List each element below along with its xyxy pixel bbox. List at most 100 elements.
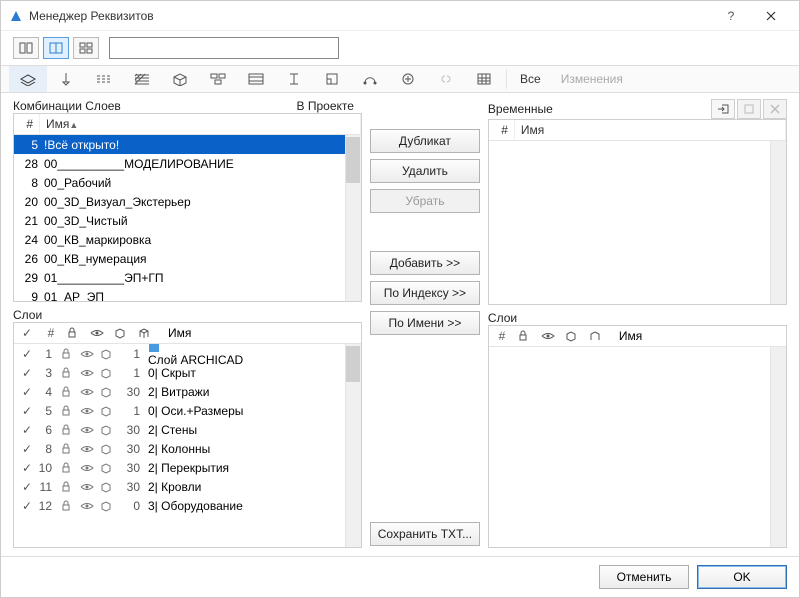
eye-icon[interactable] [80,463,98,473]
hdr-check-icon[interactable]: ✓ [18,326,36,340]
check-icon[interactable]: ✓ [18,423,36,437]
tab-zones-icon[interactable] [313,66,351,92]
col-name[interactable]: Имя [515,120,786,140]
lock-icon[interactable] [60,443,78,455]
hdr-lock-icon[interactable] [66,327,84,339]
hdr-eye-icon[interactable] [541,331,559,341]
delete-button[interactable]: Удалить [370,159,480,183]
hdr-lock-icon[interactable] [517,330,535,342]
tab-buildmat-icon[interactable] [199,66,237,92]
tab-profiles-icon[interactable] [275,66,313,92]
combi-row[interactable]: 2800__________МОДЕЛИРОВАНИЕ [14,154,361,173]
toolbar-all[interactable]: Все [510,72,551,86]
hdr-wire-icon[interactable] [138,327,156,339]
check-icon[interactable]: ✓ [18,385,36,399]
eye-icon[interactable] [80,444,98,454]
hdr-3d-icon[interactable] [114,327,132,339]
combi-row[interactable]: 2100_3D_Чистый [14,211,361,230]
combi-list[interactable]: # Имя▲ 5!Всё открыто!2800__________МОДЕЛ… [13,113,362,302]
by-index-button[interactable]: По Индексу >> [370,281,480,305]
hdr-hash[interactable]: # [42,326,60,340]
view-list-button[interactable] [13,37,39,59]
lock-icon[interactable] [60,500,78,512]
eye-icon[interactable] [80,349,98,359]
cube-icon[interactable] [100,348,118,360]
scroll-thumb[interactable] [346,346,360,382]
cube-icon[interactable] [100,462,118,474]
hdr-wire-icon[interactable] [589,330,607,342]
tab-surfaces-icon[interactable] [161,66,199,92]
combi-row[interactable]: 901_АР_ЭП [14,287,361,301]
tab-lines-icon[interactable] [85,66,123,92]
scroll-thumb[interactable] [346,137,360,183]
eye-icon[interactable] [80,406,98,416]
close-button[interactable] [751,2,791,30]
tab-fills-icon[interactable] [123,66,161,92]
help-button[interactable]: ? [711,2,751,30]
scrollbar[interactable] [345,135,361,301]
lock-icon[interactable] [60,481,78,493]
combi-row[interactable]: 2901__________ЭП+ГП [14,268,361,287]
layer-row[interactable]: ✓510| Оси.+Размеры [14,401,361,420]
layer-row[interactable]: ✓11302| Кровли [14,477,361,496]
tab-grid-icon[interactable] [465,66,503,92]
layer-row[interactable]: ✓4302| Витражи [14,382,361,401]
view-grid-button[interactable] [73,37,99,59]
search-input[interactable] [109,37,339,59]
layer-row[interactable]: ✓1203| Оборудование [14,496,361,515]
check-icon[interactable]: ✓ [18,461,36,475]
combi-row[interactable]: 2400_КВ_маркировка [14,230,361,249]
check-icon[interactable]: ✓ [18,347,36,361]
eye-icon[interactable] [80,387,98,397]
layer-row[interactable]: ✓11Слой ARCHICAD [14,344,361,363]
cancel-button[interactable]: Отменить [599,565,689,589]
view-split-button[interactable] [43,37,69,59]
tab-layers-icon[interactable] [9,66,47,92]
hdr-name[interactable]: Имя [613,329,642,343]
tab-pens-icon[interactable] [47,66,85,92]
scrollbar[interactable] [770,141,786,304]
duplicate-button[interactable]: Дубликат [370,129,480,153]
combi-row[interactable]: 800_Рабочий [14,173,361,192]
layer-row[interactable]: ✓10302| Перекрытия [14,458,361,477]
layer-row[interactable]: ✓310| Скрыт [14,363,361,382]
by-name-button[interactable]: По Имени >> [370,311,480,335]
hdr-name[interactable]: Имя [162,326,191,340]
ok-button[interactable]: OK [697,565,787,589]
eye-icon[interactable] [80,501,98,511]
scrollbar[interactable] [345,344,361,547]
lock-icon[interactable] [60,405,78,417]
lock-icon[interactable] [60,462,78,474]
save-txt-button[interactable]: Сохранить TXT... [370,522,480,546]
layers-right-list[interactable]: # Имя [488,325,787,548]
check-icon[interactable]: ✓ [18,366,36,380]
hdr-hash[interactable]: # [493,329,511,343]
cube-icon[interactable] [100,386,118,398]
lock-icon[interactable] [60,367,78,379]
combi-row[interactable]: 2000_3D_Визуал_Экстерьер [14,192,361,211]
cube-icon[interactable] [100,367,118,379]
temp-list[interactable]: # Имя [488,119,787,305]
cube-icon[interactable] [100,481,118,493]
hdr-3d-icon[interactable] [565,330,583,342]
layers-list[interactable]: ✓ # Имя ✓11Слой ARCHICAD✓310| Скрыт✓4302… [13,322,362,548]
tab-mep-icon[interactable] [351,66,389,92]
check-icon[interactable]: ✓ [18,442,36,456]
lock-icon[interactable] [60,348,78,360]
eye-icon[interactable] [80,425,98,435]
lock-icon[interactable] [60,424,78,436]
eye-icon[interactable] [80,368,98,378]
eye-icon[interactable] [80,482,98,492]
layer-row[interactable]: ✓8302| Колонны [14,439,361,458]
cube-icon[interactable] [100,443,118,455]
tab-composites-icon[interactable] [237,66,275,92]
check-icon[interactable]: ✓ [18,499,36,513]
cube-icon[interactable] [100,424,118,436]
check-icon[interactable]: ✓ [18,480,36,494]
lock-icon[interactable] [60,386,78,398]
layer-row[interactable]: ✓6302| Стены [14,420,361,439]
scrollbar[interactable] [770,347,786,547]
tab-opcl-icon[interactable] [389,66,427,92]
hdr-eye-icon[interactable] [90,328,108,338]
cube-icon[interactable] [100,500,118,512]
